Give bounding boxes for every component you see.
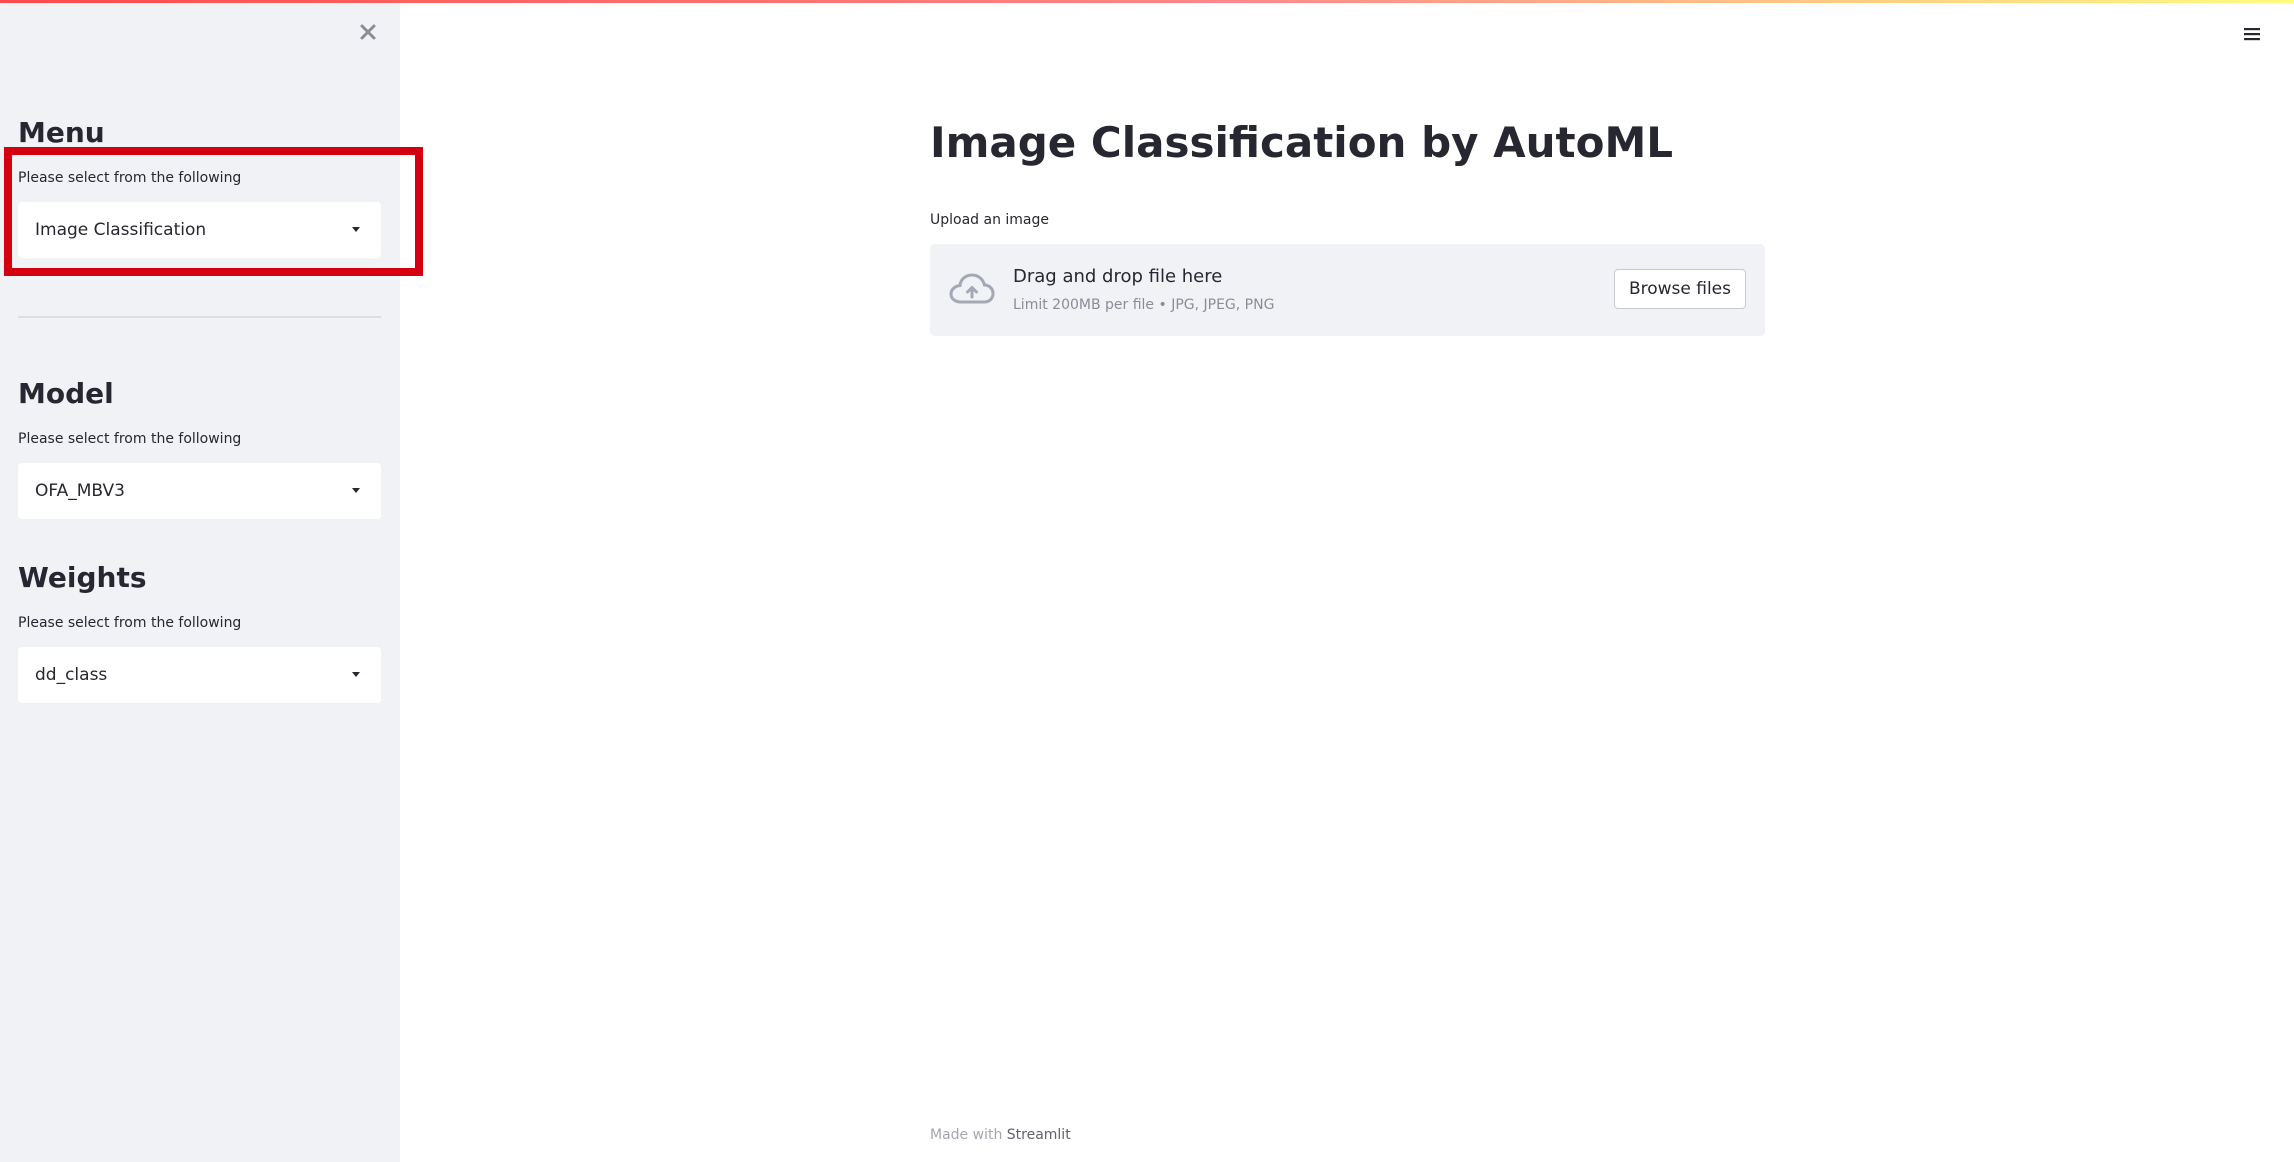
menu-heading: Menu: [18, 116, 105, 149]
main-menu-button[interactable]: [2240, 22, 2264, 46]
model-select-label: Please select from the following: [18, 431, 242, 447]
close-sidebar-button[interactable]: [354, 18, 382, 46]
upload-label: Upload an image: [930, 212, 1050, 228]
browse-files-button[interactable]: Browse files: [1613, 269, 1746, 309]
footer-streamlit-link[interactable]: Streamlit: [1007, 1127, 1071, 1143]
weights-select-label: Please select from the following: [18, 615, 242, 631]
weights-heading: Weights: [18, 561, 147, 594]
cloud-upload-icon: [949, 273, 995, 304]
model-heading: Model: [18, 377, 114, 410]
top-decoration-bar: [0, 0, 2294, 3]
dropzone-limits: Limit 200MB per file • JPG, JPEG, PNG: [1013, 297, 1275, 313]
model-select-value: OFA_MBV3: [35, 481, 125, 501]
sidebar-divider: [18, 316, 381, 318]
weights-select[interactable]: dd_class: [18, 647, 381, 703]
model-select[interactable]: OFA_MBV3: [18, 463, 381, 519]
menu-select[interactable]: Image Classification: [18, 202, 381, 258]
sidebar: Menu Please select from the following Im…: [0, 0, 400, 1162]
page-title: Image Classification by AutoML: [930, 118, 1674, 167]
dropzone-title: Drag and drop file here: [1013, 266, 1223, 287]
caret-down-icon: [352, 488, 360, 493]
hamburger-menu-icon: [2244, 28, 2260, 41]
menu-select-label: Please select from the following: [18, 170, 242, 186]
weights-select-value: dd_class: [35, 665, 108, 685]
menu-select-value: Image Classification: [35, 220, 207, 240]
caret-down-icon: [352, 672, 360, 677]
footer: Made with Streamlit: [930, 1127, 1071, 1143]
file-dropzone[interactable]: Drag and drop file here Limit 200MB per …: [930, 244, 1765, 336]
footer-made-with: Made with: [930, 1127, 1003, 1143]
caret-down-icon: [352, 227, 360, 232]
close-icon: [360, 24, 376, 40]
